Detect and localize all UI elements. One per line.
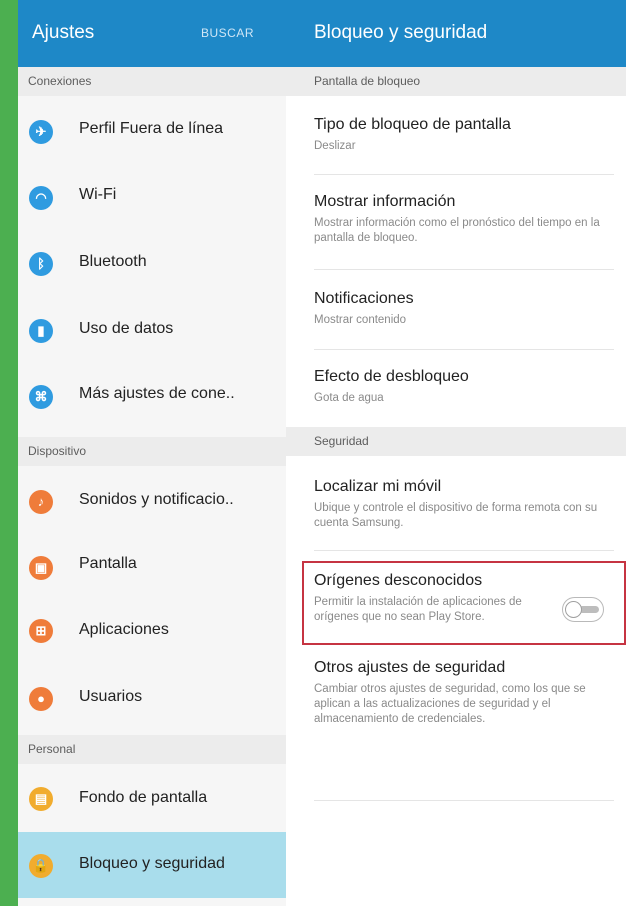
setting-description: Mostrar contenido — [314, 314, 407, 326]
sidebar-item-data-usage[interactable]: ▮ Uso de datos — [18, 297, 286, 363]
section-header-lock-screen: Pantalla de bloqueo — [286, 67, 626, 96]
setting-show-info[interactable]: Mostrar información Mostrar información … — [314, 192, 614, 246]
divider — [314, 174, 614, 175]
settings-title: Ajustes — [32, 22, 95, 43]
divider — [314, 550, 614, 551]
toggle-track — [579, 606, 599, 613]
sidebar-item-label: Aplicaciones — [79, 621, 169, 638]
sidebar-item-label: Perfil Fuera de línea — [79, 120, 224, 137]
settings-sidebar: Conexiones ✈ Perfil Fuera de línea ◠ Wi-… — [18, 67, 287, 906]
divider — [314, 800, 614, 801]
toggle-knob — [565, 601, 582, 618]
sidebar-item-label: Usuarios — [79, 688, 143, 705]
setting-title: Efecto de desbloqueo — [314, 368, 469, 385]
airplane-icon: ✈ — [29, 120, 53, 144]
sidebar-item-more-connections[interactable]: ⌘ Más ajustes de cone.. — [18, 363, 286, 429]
sidebar-item-label: Wi-Fi — [79, 186, 117, 203]
sidebar-item-sounds[interactable]: ♪ Sonidos y notificacio.. — [18, 468, 286, 534]
wallpaper-icon: ▤ — [29, 787, 53, 811]
setting-other-security[interactable]: Otros ajustes de seguridad Cambiar otros… — [314, 658, 614, 727]
sidebar-item-label: Fondo de pantalla — [79, 789, 208, 806]
sidebar-item-wifi[interactable]: ◠ Wi-Fi — [18, 165, 286, 231]
setting-description: Ubique y controle el dispositivo de form… — [314, 502, 598, 529]
security-settings-panel: Pantalla de bloqueo Tipo de bloqueo de p… — [286, 67, 626, 906]
apps-icon: ⊞ — [29, 619, 53, 643]
sidebar-item-bluetooth[interactable]: ᛒ Bluetooth — [18, 231, 286, 297]
section-header-security: Seguridad — [286, 427, 626, 456]
top-app-bar: Ajustes BUSCAR Bloqueo y seguridad — [18, 0, 626, 67]
section-header-dispositivo: Dispositivo — [18, 437, 286, 466]
data-usage-icon: ▮ — [29, 319, 53, 343]
setting-find-my-mobile[interactable]: Localizar mi móvil Ubique y controle el … — [314, 477, 614, 531]
sidebar-item-users[interactable]: ● Usuarios — [18, 665, 286, 731]
bluetooth-icon: ᛒ — [29, 252, 53, 276]
section-header-personal: Personal — [18, 735, 286, 764]
setting-title: Tipo de bloqueo de pantalla — [314, 116, 511, 133]
settings-screen: Ajustes BUSCAR Bloqueo y seguridad Conex… — [18, 0, 626, 906]
setting-description: Gota de agua — [314, 392, 384, 404]
users-icon: ● — [29, 687, 53, 711]
setting-title: Mostrar información — [314, 193, 456, 210]
lock-icon: 🔒 — [29, 854, 53, 878]
sidebar-item-wallpaper[interactable]: ▤ Fondo de pantalla — [18, 767, 286, 833]
search-button[interactable]: BUSCAR — [201, 26, 254, 40]
setting-description: Mostrar información como el pronóstico d… — [314, 217, 600, 244]
setting-lock-type[interactable]: Tipo de bloqueo de pantalla Deslizar — [314, 115, 614, 154]
page-title: Bloqueo y seguridad — [314, 22, 488, 43]
sidebar-item-label: Uso de datos — [79, 320, 174, 337]
more-connections-icon: ⌘ — [29, 385, 53, 409]
setting-title: Notificaciones — [314, 290, 414, 307]
sidebar-item-label: Sonidos y notificacio.. — [79, 491, 234, 508]
sidebar-item-display[interactable]: ▣ Pantalla — [18, 537, 286, 603]
sidebar-item-label: Más ajustes de cone.. — [79, 385, 235, 402]
setting-notifications[interactable]: Notificaciones Mostrar contenido — [314, 289, 614, 328]
sidebar-item-lock-security[interactable]: 🔒 Bloqueo y seguridad — [18, 832, 286, 898]
unknown-sources-toggle[interactable] — [562, 597, 604, 622]
setting-unlock-effect[interactable]: Efecto de desbloqueo Gota de agua — [314, 367, 614, 406]
divider — [314, 349, 614, 350]
wifi-icon: ◠ — [29, 186, 53, 210]
setting-title: Localizar mi móvil — [314, 478, 442, 495]
setting-description: Cambiar otros ajustes de seguridad, como… — [314, 683, 586, 725]
sidebar-item-label: Bluetooth — [79, 253, 147, 270]
display-icon: ▣ — [29, 556, 53, 580]
sidebar-item-offline-profile[interactable]: ✈ Perfil Fuera de línea — [18, 99, 286, 165]
section-header-conexiones: Conexiones — [18, 67, 286, 96]
setting-title: Otros ajustes de seguridad — [314, 659, 506, 676]
setting-description: Deslizar — [314, 140, 356, 152]
sidebar-item-label: Bloqueo y seguridad — [79, 855, 225, 872]
sidebar-item-label: Pantalla — [79, 555, 137, 572]
sound-icon: ♪ — [29, 490, 53, 514]
sidebar-item-applications[interactable]: ⊞ Aplicaciones — [18, 599, 286, 665]
divider — [314, 269, 614, 270]
